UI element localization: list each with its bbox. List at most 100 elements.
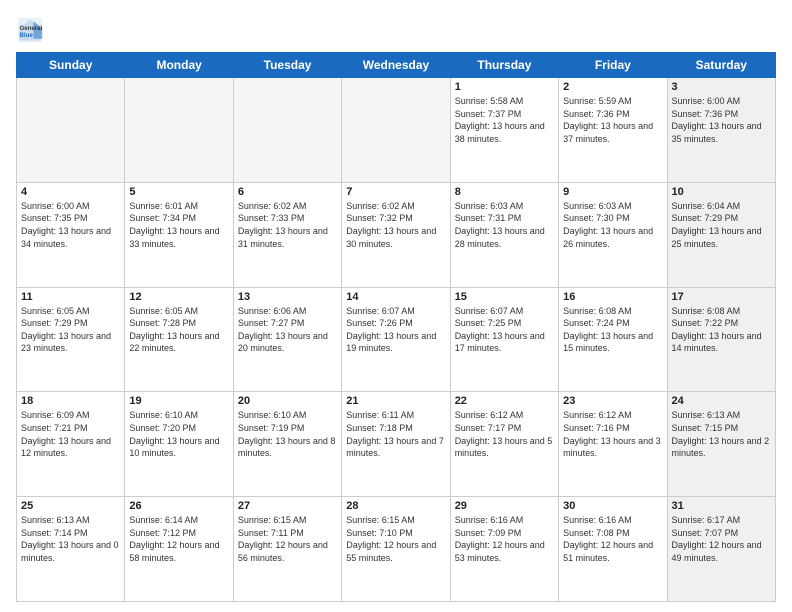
day-detail: Sunrise: 6:14 AMSunset: 7:12 PMDaylight:… (129, 514, 228, 564)
day-number: 24 (672, 395, 771, 407)
calendar-cell: 31 Sunrise: 6:17 AMSunset: 7:07 PMDayligh… (667, 497, 775, 602)
day-number: 23 (563, 395, 662, 407)
calendar-cell: 24 Sunrise: 6:13 AMSunset: 7:15 PMDayligh… (667, 392, 775, 497)
calendar-cell: 15 Sunrise: 6:07 AMSunset: 7:25 PMDayligh… (450, 287, 558, 392)
calendar-cell: 11 Sunrise: 6:05 AMSunset: 7:29 PMDayligh… (17, 287, 125, 392)
calendar-cell: 7 Sunrise: 6:02 AMSunset: 7:32 PMDaylight… (342, 182, 450, 287)
calendar-cell: 21 Sunrise: 6:11 AMSunset: 7:18 PMDayligh… (342, 392, 450, 497)
day-number: 1 (455, 81, 554, 93)
calendar-cell: 9 Sunrise: 6:03 AMSunset: 7:30 PMDaylight… (559, 182, 667, 287)
day-detail: Sunrise: 6:17 AMSunset: 7:07 PMDaylight:… (672, 514, 771, 564)
day-number: 7 (346, 186, 445, 198)
day-number: 14 (346, 291, 445, 303)
calendar-cell: 2Sunrise: 5:59 AMSunset: 7:36 PMDaylight… (559, 78, 667, 183)
day-number: 25 (21, 500, 120, 512)
calendar-cell: 29 Sunrise: 6:16 AMSunset: 7:09 PMDayligh… (450, 497, 558, 602)
calendar-cell: 27Sunrise: 6:15 AMSunset: 7:11 PMDayligh… (233, 497, 341, 602)
calendar-cell: 4 Sunrise: 6:00 AMSunset: 7:35 PMDaylight… (17, 182, 125, 287)
calendar-cell: 22 Sunrise: 6:12 AMSunset: 7:17 PMDayligh… (450, 392, 558, 497)
day-number: 2 (563, 81, 662, 93)
day-number: 31 (672, 500, 771, 512)
day-detail: Sunrise: 6:10 AMSunset: 7:20 PMDaylight:… (129, 409, 228, 459)
day-number: 11 (21, 291, 120, 303)
calendar-cell: 26 Sunrise: 6:14 AMSunset: 7:12 PMDayligh… (125, 497, 233, 602)
day-detail: Sunrise: 6:12 AMSunset: 7:16 PMDaylight:… (563, 409, 662, 459)
day-number: 4 (21, 186, 120, 198)
calendar-cell: 17Sunrise: 6:08 AMSunset: 7:22 PMDayligh… (667, 287, 775, 392)
weekday-header: Saturday (667, 53, 775, 78)
day-detail: Sunrise: 6:07 AMSunset: 7:26 PMDaylight:… (346, 305, 445, 355)
day-number: 15 (455, 291, 554, 303)
weekday-header: Tuesday (233, 53, 341, 78)
day-detail: Sunrise: 6:15 AMSunset: 7:11 PMDaylight:… (238, 514, 337, 564)
calendar-cell: 30 Sunrise: 6:16 AMSunset: 7:08 PMDayligh… (559, 497, 667, 602)
calendar-cell: 13Sunrise: 6:06 AMSunset: 7:27 PMDayligh… (233, 287, 341, 392)
logo-icon: General Blue (16, 16, 44, 44)
day-number: 3 (672, 81, 771, 93)
weekday-header: Wednesday (342, 53, 450, 78)
day-number: 29 (455, 500, 554, 512)
day-number: 10 (672, 186, 771, 198)
day-detail: Sunrise: 6:08 AMSunset: 7:22 PMDaylight:… (672, 305, 771, 355)
day-detail: Sunrise: 6:00 AMSunset: 7:35 PMDaylight:… (21, 200, 120, 250)
day-number: 30 (563, 500, 662, 512)
day-number: 22 (455, 395, 554, 407)
calendar-cell: 6 Sunrise: 6:02 AMSunset: 7:33 PMDaylight… (233, 182, 341, 287)
weekday-header: Monday (125, 53, 233, 78)
day-detail: Sunrise: 6:15 AMSunset: 7:10 PMDaylight:… (346, 514, 445, 564)
day-detail: Sunrise: 6:08 AMSunset: 7:24 PMDaylight:… (563, 305, 662, 355)
calendar-cell: 23 Sunrise: 6:12 AMSunset: 7:16 PMDayligh… (559, 392, 667, 497)
day-detail: Sunrise: 6:04 AMSunset: 7:29 PMDaylight:… (672, 200, 771, 250)
calendar-cell: 25 Sunrise: 6:13 AMSunset: 7:14 PMDayligh… (17, 497, 125, 602)
logo: General Blue (16, 16, 48, 44)
day-number: 26 (129, 500, 228, 512)
day-detail: Sunrise: 6:16 AMSunset: 7:08 PMDaylight:… (563, 514, 662, 564)
day-detail: Sunrise: 6:00 AMSunset: 7:36 PMDaylight:… (672, 95, 771, 145)
day-detail: Sunrise: 6:05 AMSunset: 7:29 PMDaylight:… (21, 305, 120, 355)
calendar-cell (17, 78, 125, 183)
calendar-cell (233, 78, 341, 183)
day-detail: Sunrise: 6:02 AMSunset: 7:32 PMDaylight:… (346, 200, 445, 250)
day-number: 16 (563, 291, 662, 303)
day-detail: Sunrise: 6:12 AMSunset: 7:17 PMDaylight:… (455, 409, 554, 459)
calendar-cell: 12Sunrise: 6:05 AMSunset: 7:28 PMDayligh… (125, 287, 233, 392)
day-number: 20 (238, 395, 337, 407)
calendar-cell: 20Sunrise: 6:10 AMSunset: 7:19 PMDayligh… (233, 392, 341, 497)
page: General Blue SundayMondayTuesdayWednesda… (0, 0, 792, 612)
day-detail: Sunrise: 6:01 AMSunset: 7:34 PMDaylight:… (129, 200, 228, 250)
weekday-header: Sunday (17, 53, 125, 78)
day-detail: Sunrise: 6:11 AMSunset: 7:18 PMDaylight:… (346, 409, 445, 459)
weekday-header: Thursday (450, 53, 558, 78)
day-number: 12 (129, 291, 228, 303)
day-number: 6 (238, 186, 337, 198)
day-number: 13 (238, 291, 337, 303)
day-detail: Sunrise: 6:03 AMSunset: 7:31 PMDaylight:… (455, 200, 554, 250)
day-detail: Sunrise: 6:02 AMSunset: 7:33 PMDaylight:… (238, 200, 337, 250)
calendar-cell (342, 78, 450, 183)
calendar-cell: 18 Sunrise: 6:09 AMSunset: 7:21 PMDayligh… (17, 392, 125, 497)
day-number: 9 (563, 186, 662, 198)
calendar-cell: 16 Sunrise: 6:08 AMSunset: 7:24 PMDayligh… (559, 287, 667, 392)
calendar-cell: 14 Sunrise: 6:07 AMSunset: 7:26 PMDayligh… (342, 287, 450, 392)
day-number: 21 (346, 395, 445, 407)
calendar-cell: 10 Sunrise: 6:04 AMSunset: 7:29 PMDayligh… (667, 182, 775, 287)
calendar-table: SundayMondayTuesdayWednesdayThursdayFrid… (16, 52, 776, 602)
day-number: 28 (346, 500, 445, 512)
day-detail: Sunrise: 6:09 AMSunset: 7:21 PMDaylight:… (21, 409, 120, 459)
calendar-cell: 3 Sunrise: 6:00 AMSunset: 7:36 PMDaylight… (667, 78, 775, 183)
day-detail: Sunrise: 6:03 AMSunset: 7:30 PMDaylight:… (563, 200, 662, 250)
calendar-cell: 19Sunrise: 6:10 AMSunset: 7:20 PMDayligh… (125, 392, 233, 497)
calendar-cell: 28 Sunrise: 6:15 AMSunset: 7:10 PMDayligh… (342, 497, 450, 602)
calendar-cell: 1 Sunrise: 5:58 AMSunset: 7:37 PMDaylight… (450, 78, 558, 183)
day-detail: Sunrise: 6:16 AMSunset: 7:09 PMDaylight:… (455, 514, 554, 564)
day-number: 8 (455, 186, 554, 198)
day-detail: Sunrise: 6:07 AMSunset: 7:25 PMDaylight:… (455, 305, 554, 355)
calendar-cell (125, 78, 233, 183)
day-detail: Sunrise: 6:13 AMSunset: 7:15 PMDaylight:… (672, 409, 771, 459)
day-number: 18 (21, 395, 120, 407)
calendar-cell: 5 Sunrise: 6:01 AMSunset: 7:34 PMDaylight… (125, 182, 233, 287)
svg-text:Blue: Blue (20, 32, 34, 39)
day-detail: Sunrise: 5:58 AMSunset: 7:37 PMDaylight:… (455, 95, 554, 145)
day-number: 5 (129, 186, 228, 198)
day-detail: Sunrise: 6:13 AMSunset: 7:14 PMDaylight:… (21, 514, 120, 564)
